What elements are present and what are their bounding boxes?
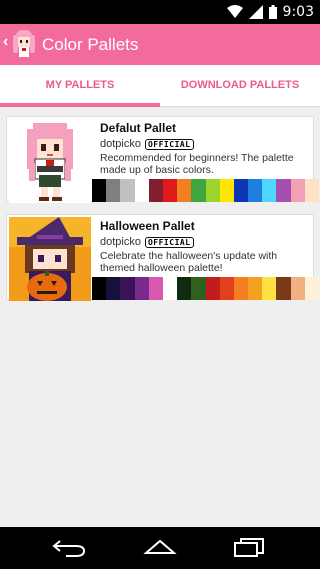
- home-icon[interactable]: [142, 537, 178, 557]
- color-swatch: [248, 277, 263, 300]
- color-swatch: [290, 277, 305, 300]
- color-swatch: [233, 179, 249, 202]
- pallet-author: dotpicko: [100, 138, 141, 150]
- color-swatch: [191, 277, 206, 300]
- tab-bar: MY PALLETS DOWNLOAD PALLETS: [0, 65, 320, 107]
- color-swatch: [290, 179, 305, 202]
- color-swatch: [92, 277, 107, 300]
- color-swatch: [120, 179, 135, 202]
- official-badge: OFFICIAL: [144, 236, 194, 248]
- status-bar: 9:03: [0, 0, 320, 24]
- app-icon[interactable]: [12, 29, 36, 59]
- color-swatch: [262, 179, 277, 202]
- color-swatch: [134, 277, 149, 300]
- pallet-author-row: dotpicko OFFICIAL: [100, 236, 194, 248]
- color-swatch: [304, 277, 319, 300]
- wifi-icon: [226, 5, 243, 18]
- color-swatch: [106, 277, 121, 300]
- color-swatch: [205, 277, 220, 300]
- color-swatch: [248, 179, 263, 202]
- color-swatch: [276, 179, 291, 202]
- signal-icon: [248, 5, 263, 19]
- pallet-card-default[interactable]: Defalut Pallet dotpicko OFFICIAL Recomme…: [6, 116, 319, 203]
- action-bar: ‹ Color Pallets: [0, 24, 320, 65]
- color-swatch: [262, 277, 277, 300]
- status-icons: 9:03: [226, 4, 314, 20]
- color-swatch: [219, 277, 234, 300]
- pallet-title: Halloween Pallet: [100, 219, 195, 233]
- recent-apps-icon[interactable]: [232, 537, 266, 557]
- color-swatch: [92, 179, 107, 202]
- pallet-swatches: [92, 179, 319, 202]
- color-swatch: [191, 179, 206, 202]
- color-swatch: [148, 179, 163, 202]
- color-swatch: [233, 277, 249, 300]
- color-swatch: [276, 277, 291, 300]
- color-swatch: [162, 179, 178, 202]
- color-swatch: [106, 179, 121, 202]
- pallet-thumbnail-girl: [9, 119, 91, 203]
- pallet-swatches: [92, 277, 319, 300]
- color-swatch: [134, 179, 149, 202]
- pallet-description: Recommended for beginners! The palette m…: [100, 152, 294, 176]
- tab-my-pallets[interactable]: MY PALLETS: [0, 65, 160, 107]
- color-swatch: [205, 179, 220, 202]
- color-swatch: [120, 277, 135, 300]
- back-icon[interactable]: [52, 537, 86, 557]
- pallet-author: dotpicko: [100, 236, 141, 248]
- color-swatch: [219, 179, 234, 202]
- app-title: Color Pallets: [42, 35, 139, 54]
- color-swatch: [177, 179, 192, 202]
- color-swatch: [177, 277, 192, 300]
- pallet-card-halloween[interactable]: Halloween Pallet dotpicko OFFICIAL Celeb…: [6, 214, 319, 301]
- navigation-bar: [0, 527, 320, 569]
- color-swatch: [148, 277, 163, 300]
- status-time: 9:03: [282, 4, 314, 20]
- pallet-thumbnail-halloween: [9, 217, 91, 301]
- pallet-author-row: dotpicko OFFICIAL: [100, 138, 194, 150]
- battery-icon: [268, 5, 277, 19]
- official-badge: OFFICIAL: [144, 138, 194, 150]
- back-chevron-icon[interactable]: ‹: [3, 33, 8, 51]
- pallet-title: Defalut Pallet: [100, 121, 177, 135]
- pallet-description: Celebrate the halloween's update with th…: [100, 250, 278, 274]
- color-swatch: [304, 179, 319, 202]
- color-swatch: [162, 277, 178, 300]
- tab-download-pallets[interactable]: DOWNLOAD PALLETS: [160, 65, 320, 107]
